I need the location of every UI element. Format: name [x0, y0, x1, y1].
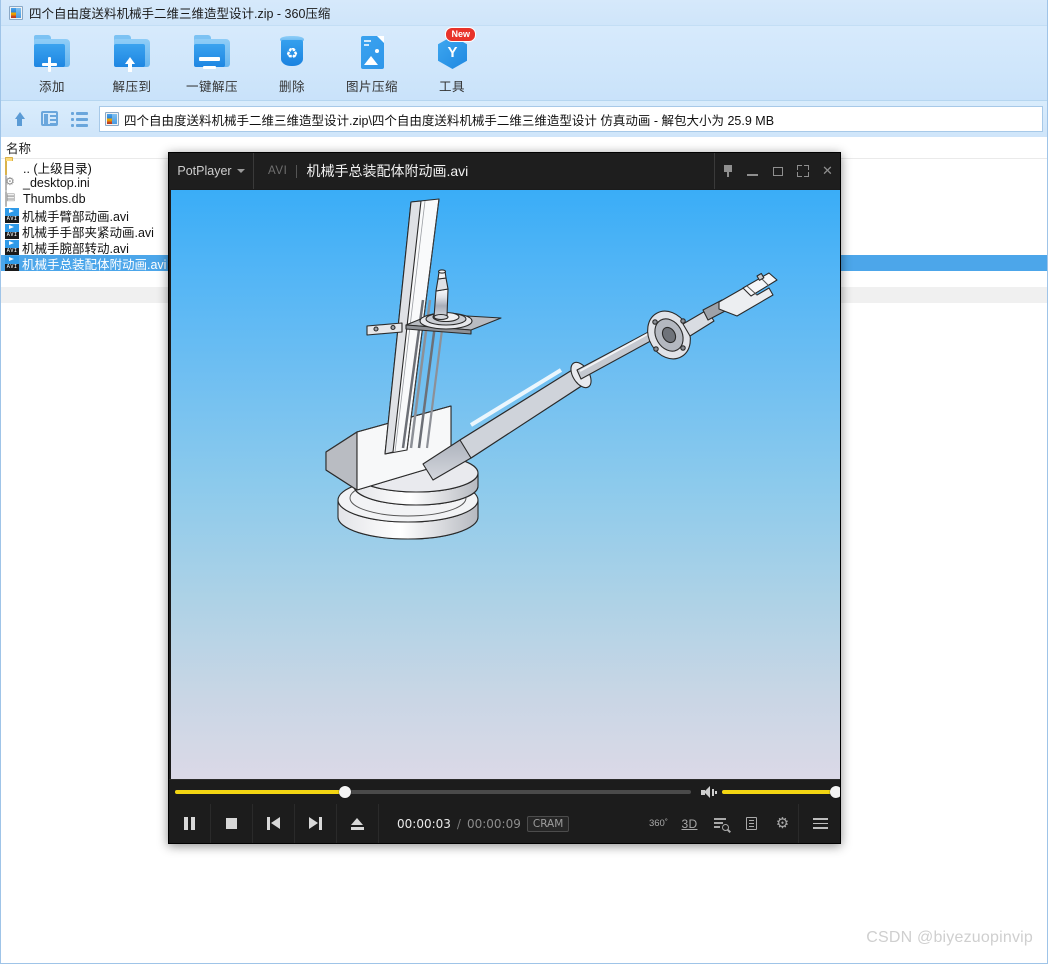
avi-file-icon: AVI	[5, 207, 19, 223]
fullscreen-icon[interactable]	[790, 153, 815, 189]
pin-icon[interactable]	[715, 153, 740, 189]
toolbar-label-oneclick-extract: 一键解压	[185, 80, 238, 94]
codec-badge: CRAM	[526, 815, 570, 832]
close-icon[interactable]: ✕	[815, 153, 840, 189]
folder-extract-icon	[112, 33, 152, 73]
potplayer-controls: 00:00:03 / 00:00:09 CRAM 360˚ 3D ⚙	[169, 779, 840, 843]
folder-oneclick-extract-icon	[192, 33, 232, 73]
3d-button[interactable]: 3D	[674, 804, 705, 843]
total-time: 00:00:09	[466, 816, 521, 831]
file-type-label: AVI	[268, 165, 288, 177]
vr360-icon: 360˚	[648, 818, 668, 829]
image-compress-icon	[352, 33, 392, 73]
transport-row: 00:00:03 / 00:00:09 CRAM 360˚ 3D ⚙	[169, 804, 840, 843]
playlist-search-button[interactable]	[705, 804, 736, 843]
column-header-name: 名称	[6, 142, 32, 156]
path-toolbar: 四个自由度送料机械手二维三维造型设计.zip\四个自由度送料机械手二维三维造型设…	[1, 101, 1047, 137]
potplayer-brand-menu[interactable]: PotPlayer	[169, 153, 253, 189]
avi-file-icon: AVI	[5, 239, 19, 255]
potplayer-window-buttons: ✕	[714, 153, 840, 189]
right-tools: 360˚ 3D ⚙	[643, 804, 840, 843]
minimize-icon[interactable]	[740, 153, 765, 189]
volume-control[interactable]	[701, 786, 840, 798]
time-display: 00:00:03 / 00:00:09 CRAM	[379, 804, 570, 843]
list-item-label: 机械手总装配体附动画.avi	[22, 257, 167, 272]
gear-icon: ⚙	[775, 815, 790, 832]
avi-file-icon: AVI	[5, 255, 19, 271]
toolbar-label-tools: 工具	[438, 80, 465, 94]
divider	[253, 153, 254, 189]
toolbar-label-delete: 删除	[278, 80, 305, 94]
playlist-icon	[746, 817, 757, 830]
toolbar-button-delete[interactable]: 删除	[249, 31, 335, 97]
window-title: 四个自由度送料机械手二维三维造型设计.zip - 360压缩	[29, 7, 331, 21]
playlist-button[interactable]	[736, 804, 767, 843]
next-track-icon	[309, 817, 322, 830]
next-button[interactable]	[295, 804, 337, 843]
list-item-label: .. (上级目录)	[23, 161, 92, 176]
avi-file-icon: AVI	[5, 223, 19, 239]
3d-icon: 3D	[681, 816, 698, 831]
seek-slider[interactable]	[175, 786, 691, 798]
preview-pane-icon[interactable]	[39, 108, 61, 130]
list-item-label: Thumbs.db	[23, 192, 86, 206]
path-text: 四个自由度送料机械手二维三维造型设计.zip\四个自由度送料机械手二维三维造型设…	[124, 113, 775, 128]
ini-file-icon	[5, 174, 20, 191]
potplayer-brand-label: PotPlayer	[177, 164, 232, 178]
stop-button[interactable]	[211, 804, 253, 843]
media-filename: 机械手总装配体附动画.avi	[306, 163, 469, 179]
stop-icon	[226, 818, 237, 829]
eject-button[interactable]	[337, 804, 379, 843]
divider	[296, 164, 298, 178]
seek-handle[interactable]	[339, 786, 352, 798]
preferences-button[interactable]: ⚙	[767, 804, 798, 843]
previous-button[interactable]	[253, 804, 295, 843]
volume-slider[interactable]	[722, 786, 840, 798]
current-time: 00:00:03	[397, 816, 451, 831]
hamburger-menu-icon	[813, 818, 828, 829]
up-arrow-icon[interactable]	[9, 108, 31, 130]
potplayer-window: PotPlayer AVI 机械手总装配体附动画.avi ✕ 00:00:03 …	[168, 152, 841, 844]
main-toolbar: 添加 解压到 一键解压 删除	[1, 26, 1047, 101]
seek-row	[169, 780, 840, 804]
time-separator: /	[456, 816, 461, 831]
toolbar-button-oneclick-extract[interactable]: 一键解压	[169, 31, 255, 97]
watermark-text: CSDN @biyezuopinvip	[866, 929, 1033, 946]
toolbar-button-add[interactable]: 添加	[9, 31, 95, 97]
toolbar-button-extract-to[interactable]: 解压到	[89, 31, 175, 97]
potplayer-titlebar: PotPlayer AVI 机械手总装配体附动画.avi ✕	[169, 153, 840, 189]
list-view-icon[interactable]	[69, 108, 91, 130]
eject-icon	[351, 817, 364, 830]
speaker-icon[interactable]	[701, 786, 717, 798]
new-badge: New	[445, 27, 476, 42]
toolbar-label-image-compress: 图片压缩	[345, 80, 398, 94]
previous-track-icon	[267, 817, 280, 830]
maximize-icon[interactable]	[765, 153, 790, 189]
toolbar-label-extract-to: 解压到	[112, 80, 152, 94]
thumbs-db-icon	[5, 190, 20, 207]
folder-up-icon	[5, 158, 20, 175]
video-canvas[interactable]	[171, 190, 840, 779]
zip-archive-icon	[105, 112, 119, 126]
vr360-button[interactable]: 360˚	[643, 804, 674, 843]
path-input[interactable]: 四个自由度送料机械手二维三维造型设计.zip\四个自由度送料机械手二维三维造型设…	[99, 106, 1043, 132]
robot-arm-3d-model	[325, 198, 778, 540]
pause-button[interactable]	[169, 804, 211, 843]
window-titlebar: 四个自由度送料机械手二维三维造型设计.zip - 360压缩	[1, 0, 1047, 26]
tools-hexagon-icon: Y New	[432, 27, 476, 73]
toolbar-button-tools[interactable]: Y New 工具	[409, 27, 495, 97]
pause-icon	[184, 817, 195, 830]
list-item-label: _desktop.ini	[23, 176, 90, 190]
playlist-search-icon	[713, 817, 729, 831]
recycle-bin-icon	[272, 33, 312, 73]
folder-add-icon	[32, 33, 72, 73]
zip-archive-icon	[9, 5, 23, 20]
menu-button[interactable]	[798, 804, 840, 843]
toolbar-button-image-compress[interactable]: 图片压缩	[329, 31, 415, 97]
toolbar-label-add: 添加	[38, 80, 65, 94]
chevron-down-icon	[236, 169, 245, 173]
volume-handle[interactable]	[830, 786, 840, 798]
